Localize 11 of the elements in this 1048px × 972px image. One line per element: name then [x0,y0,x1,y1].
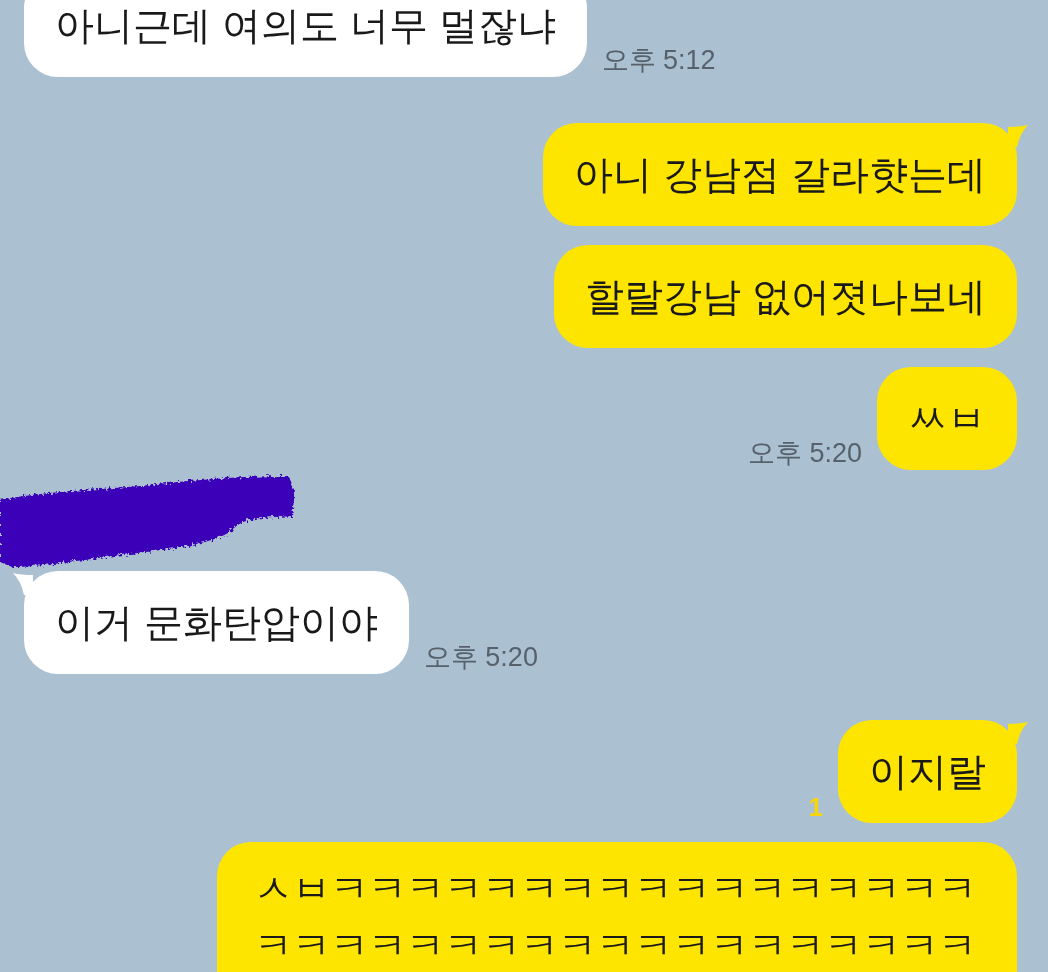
message-bubble: 이지랄 [838,720,1017,823]
timestamp: 오후 5:12 [601,45,716,75]
message-bubble: 아니근데 여의도 너무 멀잖냐 [24,0,587,77]
message-bubble: 이거 문화탄압이야 [24,571,409,674]
timestamp: 오후 5:20 [423,642,538,672]
message-bubble: ㅅㅂㅋㅋㅋㅋㅋㅋㅋㅋㅋㅋㅋㅋㅋㅋㅋㅋㅋㅋㅋㅋㅋㅋㅋㅋㅋㅋㅋㅋㅋㅋㅋㅋㅋㅋㅋㅋ [217,842,1017,972]
message-bubble: ㅆㅂ [877,367,1017,470]
message-bubble: 할랄강남 없어졋나보네 [554,245,1017,348]
unread-count: 1 [808,793,823,821]
message-bubble: 아니 강남점 갈라햣는데 [543,123,1017,226]
timestamp: 오후 5:20 [747,438,862,468]
